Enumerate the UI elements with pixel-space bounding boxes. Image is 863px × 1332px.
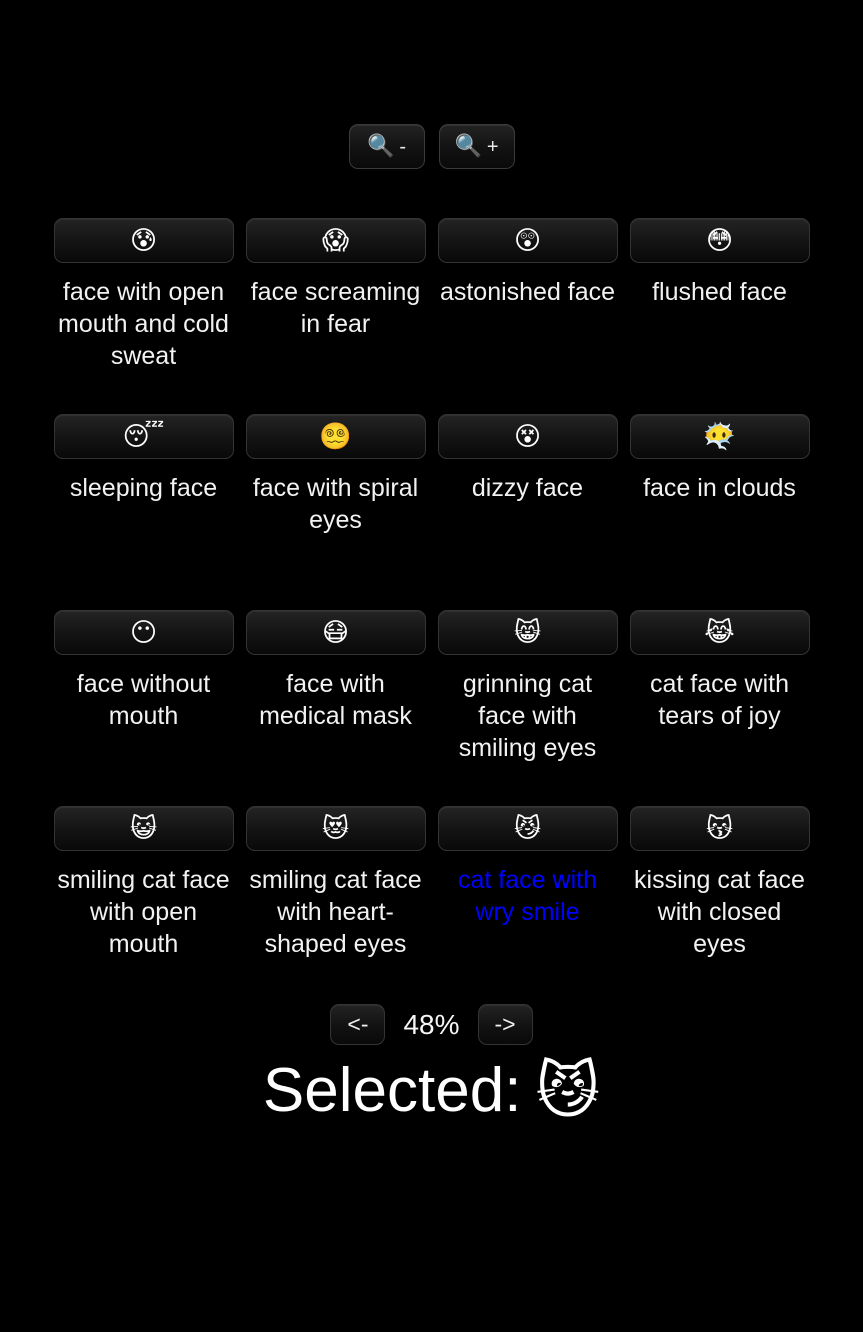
emoji-label: sleeping face — [69, 474, 218, 502]
emoji-cell: 😲 astonished face — [437, 218, 618, 372]
magnifying-glass-icon: 🔍 — [366, 133, 395, 159]
emoji-cell: 😴 sleeping face — [53, 414, 234, 536]
emoji-glyph: 😲 — [513, 225, 542, 256]
zoom-out-sign: - — [399, 135, 407, 158]
emoji-cell: 😷 face with medical mask — [245, 610, 426, 764]
emoji-label-selected: cat face with wry smile — [458, 866, 597, 926]
selected-readout: Selected: 😼 — [0, 1060, 863, 1122]
emoji-label: face with spiral eyes — [252, 474, 419, 534]
emoji-cell: 😵 dizzy face — [437, 414, 618, 536]
emoji-glyph: 😴 — [122, 421, 165, 452]
emoji-label: grinning cat face with smiling eyes — [458, 670, 597, 762]
emoji-grid-row: 😰 face with open mouth and cold sweat 😱 … — [0, 218, 863, 372]
emoji-button[interactable]: 😺 — [53, 806, 234, 851]
emoji-label: face screaming in fear — [250, 278, 421, 338]
emoji-cell: 😳 flushed face — [629, 218, 810, 372]
emoji-grid-row: 😺 smiling cat face with open mouth 😻 smi… — [0, 806, 863, 960]
zoom-in-sign: + — [486, 135, 499, 158]
emoji-button[interactable]: 😶 — [53, 610, 234, 655]
selected-label: Selected: — [262, 1056, 522, 1125]
emoji-label: cat face with tears of joy — [650, 670, 789, 730]
emoji-glyph: 😸 — [513, 617, 542, 648]
emoji-label: face with open mouth and cold sweat — [58, 278, 229, 370]
page-progress-percent: 48% — [403, 1008, 460, 1040]
emoji-glyph: 😳 — [705, 225, 734, 256]
emoji-glyph: 😱 — [321, 225, 350, 256]
emoji-label: face in clouds — [643, 474, 796, 502]
emoji-glyph: 😵 — [513, 421, 542, 452]
magnifying-glass-icon: 🔍 — [454, 133, 482, 159]
emoji-cell: 😶 face without mouth — [53, 610, 234, 764]
emoji-button[interactable]: 😽 — [629, 806, 810, 851]
emoji-cell: 😵‍💫 face with spiral eyes — [245, 414, 426, 536]
emoji-cell: 😶‍🌫️ face in clouds — [629, 414, 810, 536]
emoji-button[interactable]: 😼 — [437, 806, 618, 851]
zoom-out-button[interactable]: 🔍 - — [348, 124, 425, 169]
emoji-button[interactable]: 😸 — [437, 610, 618, 655]
emoji-button[interactable]: 😰 — [53, 218, 234, 263]
emoji-glyph: 😵‍💫 — [319, 421, 352, 452]
emoji-label: flushed face — [652, 278, 787, 306]
emoji-button[interactable]: 😴 — [53, 414, 234, 459]
emoji-cell: 😱 face screaming in fear — [245, 218, 426, 372]
pagination-bar: <- 48% -> — [0, 1004, 863, 1045]
emoji-glyph: 😷 — [321, 617, 350, 648]
emoji-glyph: 😻 — [321, 813, 350, 844]
emoji-glyph: 😺 — [129, 813, 158, 844]
emoji-grid-row: 😶 face without mouth 😷 face with medical… — [0, 610, 863, 764]
emoji-button[interactable]: 😹 — [629, 610, 810, 655]
emoji-glyph: 😽 — [705, 813, 734, 844]
emoji-label: smiling cat face with open mouth — [57, 866, 230, 958]
emoji-cell: 😰 face with open mouth and cold sweat — [53, 218, 234, 372]
emoji-label: kissing cat face with closed eyes — [634, 866, 805, 958]
emoji-button[interactable]: 😵 — [437, 414, 618, 459]
emoji-cell: 😸 grinning cat face with smiling eyes — [437, 610, 618, 764]
previous-page-button[interactable]: <- — [330, 1004, 386, 1045]
emoji-picker-app: 🔍 - 🔍 + 😰 face with open mouth and cold … — [0, 0, 863, 1332]
emoji-cell: 😺 smiling cat face with open mouth — [53, 806, 234, 960]
emoji-label: face without mouth — [76, 670, 211, 730]
selected-emoji-glyph: 😼 — [535, 1054, 601, 1127]
zoom-toolbar: 🔍 - 🔍 + — [0, 124, 863, 169]
emoji-cell: 😼 cat face with wry smile — [437, 806, 618, 960]
emoji-label: smiling cat face with heart-shaped eyes — [249, 866, 422, 958]
emoji-glyph: 😶‍🌫️ — [703, 421, 736, 452]
emoji-button[interactable]: 😳 — [629, 218, 810, 263]
emoji-glyph: 😶 — [129, 617, 158, 648]
emoji-button[interactable]: 😵‍💫 — [245, 414, 426, 459]
emoji-label: face with medical mask — [259, 670, 412, 730]
emoji-button[interactable]: 😱 — [245, 218, 426, 263]
emoji-label: dizzy face — [471, 474, 584, 502]
emoji-cell: 😽 kissing cat face with closed eyes — [629, 806, 810, 960]
emoji-button[interactable]: 😻 — [245, 806, 426, 851]
emoji-glyph: 😹 — [704, 617, 735, 648]
next-page-button[interactable]: -> — [477, 1004, 533, 1045]
emoji-cell: 😹 cat face with tears of joy — [629, 610, 810, 764]
emoji-cell: 😻 smiling cat face with heart-shaped eye… — [245, 806, 426, 960]
emoji-button[interactable]: 😷 — [245, 610, 426, 655]
emoji-glyph: 😼 — [513, 813, 542, 844]
zoom-in-button[interactable]: 🔍 + — [438, 124, 515, 169]
emoji-button[interactable]: 😲 — [437, 218, 618, 263]
emoji-grid-row: 😴 sleeping face 😵‍💫 face with spiral eye… — [0, 414, 863, 536]
emoji-label: astonished face — [439, 278, 616, 306]
emoji-glyph: 😰 — [129, 225, 158, 256]
emoji-button[interactable]: 😶‍🌫️ — [629, 414, 810, 459]
